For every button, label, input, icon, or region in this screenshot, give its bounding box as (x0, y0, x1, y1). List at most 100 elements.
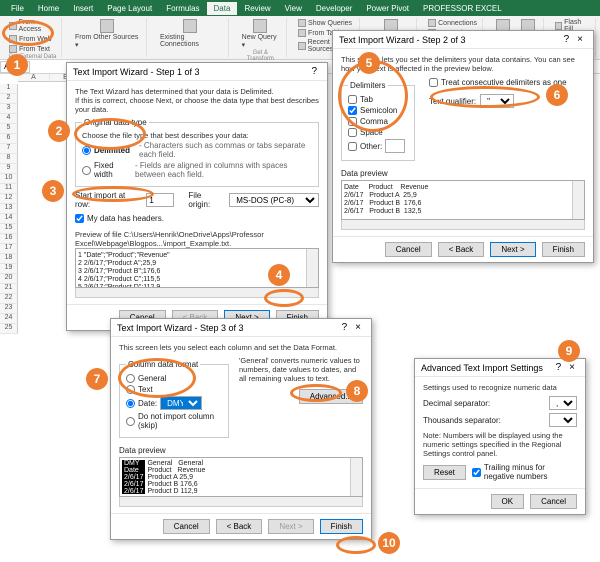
dialog-title: Text Import Wizard - Step 3 of 3 (117, 323, 244, 333)
date-radio-row[interactable]: Date:DMY (126, 395, 222, 411)
h-scrollbar[interactable] (119, 497, 363, 507)
tab-home[interactable]: Home (31, 2, 66, 15)
back-button[interactable]: < Back (438, 242, 485, 257)
help-icon[interactable]: ? (552, 362, 566, 373)
help-icon[interactable]: ? (307, 66, 321, 77)
reset-button[interactable]: Reset (423, 465, 466, 480)
other-checkbox[interactable] (348, 142, 357, 151)
preview-path: Preview of file C:\Users\Henrik\OneDrive… (75, 230, 319, 248)
trailing-minus-checkbox[interactable] (472, 468, 481, 477)
callout-8: 8 (346, 380, 368, 402)
callout-ring-4 (264, 289, 304, 307)
help-icon[interactable]: ? (560, 34, 574, 45)
tab-data[interactable]: Data (207, 2, 238, 15)
callout-5: 5 (358, 52, 380, 74)
new-query-button[interactable]: New Query ▾ (239, 18, 282, 50)
scrollbar[interactable] (306, 249, 318, 287)
file-origin-label: File origin: (188, 191, 225, 209)
text-file-icon (9, 45, 17, 53)
thousands-label: Thousands separator: (423, 416, 501, 425)
connections-button[interactable]: Connections (427, 18, 478, 28)
tab-formulas[interactable]: Formulas (159, 2, 206, 15)
row-headers: 1234567891011121314151617181920212223242… (0, 84, 18, 334)
intro-text2: If this is correct, choose Next, or choo… (75, 96, 319, 114)
fixed-width-radio[interactable] (82, 166, 91, 175)
h-scrollbar[interactable] (341, 220, 585, 230)
show-queries-icon (298, 19, 306, 27)
consecutive-checkbox[interactable] (429, 78, 438, 87)
space-checkbox[interactable] (348, 128, 357, 137)
tab-page-layout[interactable]: Page Layout (100, 2, 159, 15)
callout-ring-1 (2, 20, 54, 46)
existing-conn-icon (183, 19, 197, 33)
decimal-select[interactable]: , (549, 396, 577, 410)
other-delim-input[interactable] (385, 139, 405, 153)
from-other-sources-button[interactable]: From Other Sources ▾ (72, 18, 142, 50)
date-radio[interactable] (126, 399, 135, 408)
thousands-select[interactable] (549, 413, 577, 427)
next-button[interactable]: Next > (268, 519, 313, 534)
scrollbar[interactable] (572, 181, 584, 219)
fixed-width-radio-row[interactable]: Fixed width- Fields are aligned in colum… (82, 160, 312, 180)
close-icon[interactable]: × (565, 362, 579, 373)
callout-3: 3 (42, 180, 64, 202)
back-button[interactable]: < Back (216, 519, 263, 534)
trailing-minus-row[interactable]: Trailing minus for negative numbers (472, 462, 577, 482)
callout-ring-2 (74, 118, 146, 150)
ok-button[interactable]: OK (491, 494, 525, 509)
flash-fill-icon (555, 22, 563, 30)
dialog-title: Text Import Wizard - Step 2 of 3 (339, 35, 466, 45)
tab-insert[interactable]: Insert (66, 2, 100, 15)
intro-text: The Text Wizard has determined that your… (75, 87, 319, 96)
callout-ring-8 (290, 384, 342, 402)
ribbon-tabs: File Home Insert Page Layout Formulas Da… (0, 0, 600, 16)
close-icon[interactable]: × (573, 34, 587, 45)
cancel-button[interactable]: Cancel (385, 242, 432, 257)
callout-ring-10 (336, 536, 376, 554)
tab-review[interactable]: Review (237, 2, 277, 15)
preview-label: Data preview (119, 446, 363, 455)
callout-7: 7 (86, 368, 108, 390)
cancel-button[interactable]: Cancel (163, 519, 210, 534)
headers-checkbox-row[interactable]: My data has headers. (75, 213, 319, 224)
intro-text: This screen lets you select each column … (119, 343, 363, 352)
preview-box: Date Product Revenue 2/6/17 Product A 25… (341, 180, 585, 220)
callout-2: 2 (48, 120, 70, 142)
tab-view[interactable]: View (278, 2, 309, 15)
other-sources-icon (100, 19, 114, 33)
dialog-title: Advanced Text Import Settings (421, 363, 543, 373)
other-checkbox-row[interactable]: Other: (348, 138, 408, 154)
skip-radio[interactable] (126, 417, 135, 426)
cancel-button[interactable]: Cancel (530, 494, 577, 509)
callout-1: 1 (6, 54, 28, 76)
next-button[interactable]: Next > (490, 242, 535, 257)
decimal-label: Decimal separator: (423, 399, 490, 408)
tab-developer[interactable]: Developer (309, 2, 359, 15)
from-table-icon (298, 29, 306, 37)
close-icon[interactable]: × (351, 322, 365, 333)
existing-connections-button[interactable]: Existing Connections (157, 18, 224, 49)
wizard-step3-dialog: Text Import Wizard - Step 3 of 3?× This … (110, 318, 372, 540)
headers-checkbox[interactable] (75, 214, 84, 223)
file-origin-select[interactable]: MS-DOS (PC-8) (229, 193, 319, 207)
callout-ring-3 (72, 186, 154, 202)
callout-ring-7 (118, 358, 196, 398)
new-query-icon (253, 19, 267, 33)
help-icon[interactable]: ? (338, 322, 352, 333)
tab-power-pivot[interactable]: Power Pivot (359, 2, 416, 15)
tab-file[interactable]: File (4, 2, 31, 15)
date-format-select[interactable]: DMY (160, 396, 202, 410)
finish-button[interactable]: Finish (320, 519, 363, 534)
tab-professor-excel[interactable]: PROFESSOR EXCEL (416, 2, 509, 15)
note-text: Note: Numbers will be displayed using th… (423, 431, 577, 458)
callout-10: 10 (378, 532, 400, 554)
intro-text: Settings used to recognize numeric data (423, 383, 577, 392)
preview-box: DMY Date 2/6/17 2/6/17 2/6/17 2/6/17 Gen… (119, 457, 363, 497)
finish-button[interactable]: Finish (542, 242, 585, 257)
show-queries-button[interactable]: Show Queries (297, 18, 355, 28)
skip-radio-row[interactable]: Do not import column (skip) (126, 411, 222, 431)
callout-6: 6 (546, 84, 568, 106)
callout-ring-6 (430, 86, 540, 108)
format-hint: 'General' converts numeric values to num… (239, 356, 363, 383)
scrollbar[interactable] (350, 458, 362, 496)
